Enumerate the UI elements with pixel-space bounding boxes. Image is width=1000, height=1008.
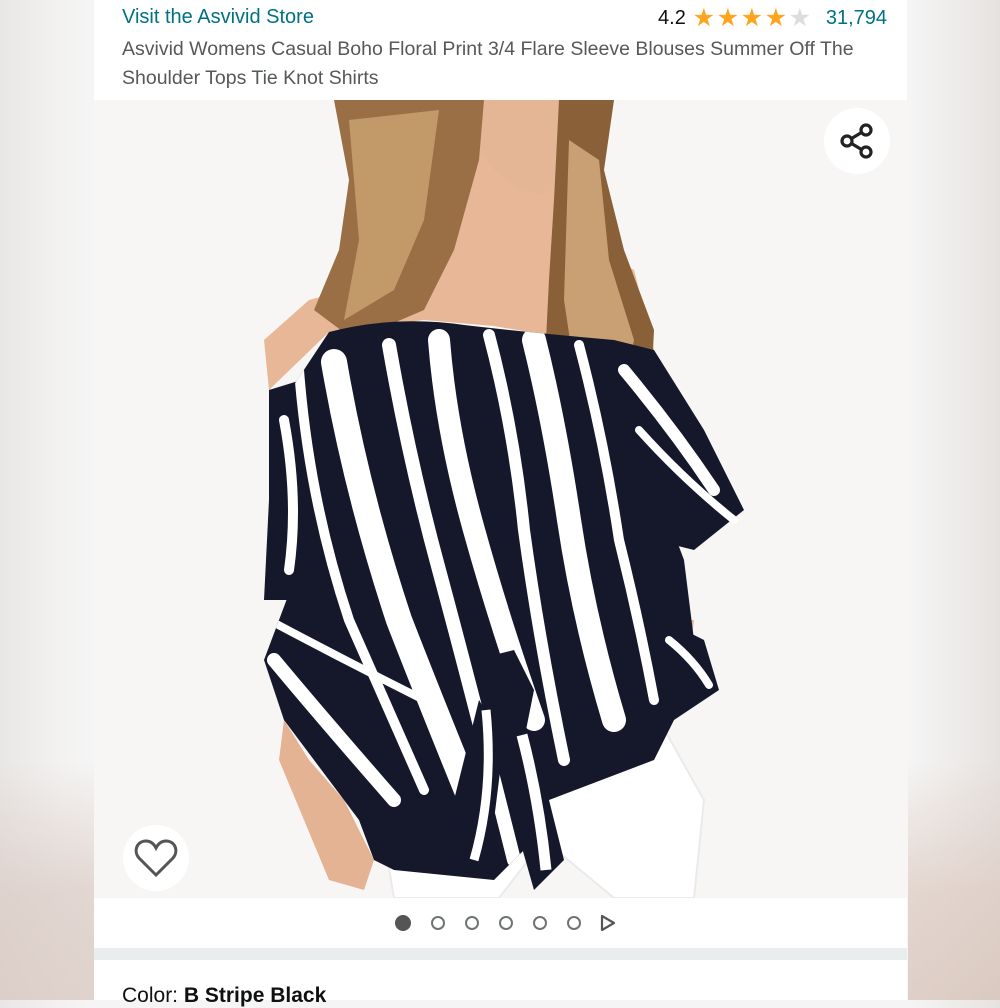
color-label: Color:: [122, 984, 179, 1007]
play-icon[interactable]: [599, 914, 617, 932]
star-icon: ★: [716, 4, 740, 32]
share-icon: [840, 123, 873, 159]
carousel-dot[interactable]: [394, 915, 411, 931]
rating-value: 4.2: [658, 7, 686, 29]
star-icon: ★: [692, 4, 716, 32]
star-rating: ★ ★ ★ ★ ★: [692, 6, 812, 31]
product-header: Visit the Asvivid Store 4.2 ★ ★ ★ ★ ★ 31…: [94, 0, 907, 100]
carousel-dot[interactable]: [498, 916, 513, 930]
star-empty-icon: ★: [788, 4, 812, 32]
product-image: [94, 100, 907, 898]
carousel-dot[interactable]: [464, 916, 479, 930]
star-icon: ★: [740, 4, 764, 32]
share-button[interactable]: [824, 108, 890, 174]
section-divider: [94, 948, 907, 960]
carousel-dot[interactable]: [532, 916, 547, 930]
background-blur-right: [908, 760, 1000, 1000]
background-blur-left: [0, 760, 94, 1000]
rating-summary[interactable]: 4.2 ★ ★ ★ ★ ★ 31,794: [658, 6, 887, 31]
product-title: Asvivid Womens Casual Boho Floral Print …: [122, 38, 854, 89]
heart-icon: [134, 839, 178, 878]
carousel-dot[interactable]: [566, 916, 581, 930]
carousel-indicators: [94, 898, 907, 948]
color-value: B Stripe Black: [183, 984, 327, 1007]
color-selection: Color: B Stripe Black: [122, 984, 326, 1008]
rating-count[interactable]: 31,794: [826, 7, 887, 30]
wishlist-button[interactable]: [123, 825, 189, 891]
product-image-carousel[interactable]: [94, 100, 907, 898]
store-link[interactable]: Visit the Asvivid Store: [122, 6, 314, 29]
product-panel: Visit the Asvivid Store 4.2 ★ ★ ★ ★ ★ 31…: [94, 0, 907, 1007]
star-icon: ★: [764, 4, 788, 32]
carousel-dot[interactable]: [430, 916, 445, 930]
